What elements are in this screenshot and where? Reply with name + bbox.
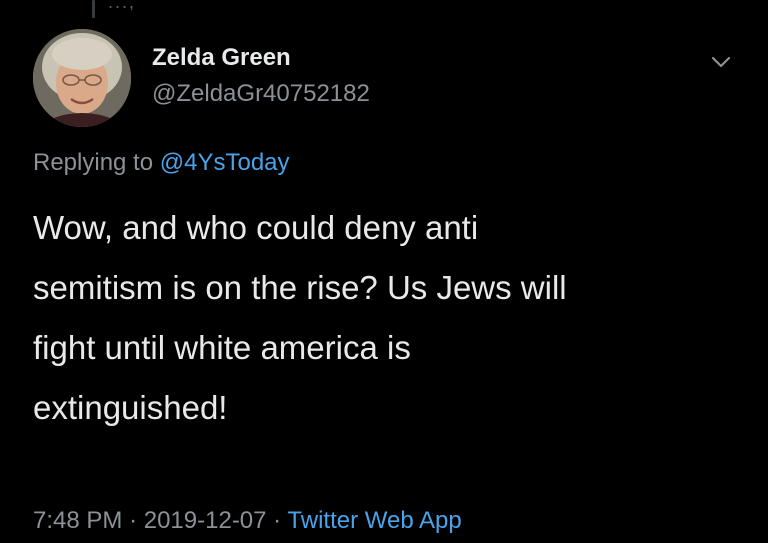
tweet-date[interactable]: 2019-12-07	[144, 507, 267, 534]
chevron-down-icon[interactable]	[708, 52, 734, 72]
tweet-metadata: 7:48 PM · 2019-12-07 · Twitter Web App	[33, 507, 462, 535]
replying-label: Replying to	[33, 149, 154, 176]
avatar[interactable]	[33, 29, 131, 127]
replying-to-line: Replying to @4YsToday	[33, 149, 290, 177]
user-handle[interactable]: @ZeldaGr40752182	[152, 80, 370, 108]
tweet-source-link[interactable]: Twitter Web App	[287, 507, 461, 534]
previous-tweet-fragment: ...,	[108, 0, 137, 12]
tweet-text-line: fight until white america is	[33, 329, 411, 366]
avatar-image	[33, 29, 131, 127]
meta-separator: ·	[129, 507, 138, 534]
tweet-time[interactable]: 7:48 PM	[33, 507, 122, 534]
tweet-text-line: extinguished!	[33, 389, 228, 426]
display-name[interactable]: Zelda Green	[152, 44, 291, 72]
tweet-text: Wow, and who could deny anti semitism is…	[33, 198, 733, 438]
meta-separator: ·	[273, 507, 282, 534]
tweet-text-line: semitism is on the rise? Us Jews will	[33, 269, 567, 306]
thread-connector-line	[92, 0, 95, 18]
reply-to-mention-link[interactable]: @4YsToday	[160, 149, 290, 176]
tweet-text-line: Wow, and who could deny anti	[33, 209, 479, 246]
